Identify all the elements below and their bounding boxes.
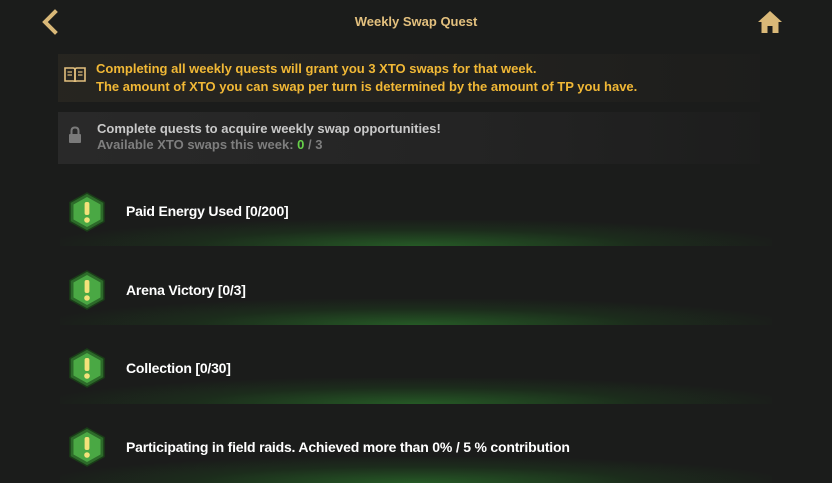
quest-label: Arena Victory [0/3] — [126, 282, 246, 298]
exclamation-hex-icon — [69, 270, 105, 310]
home-button[interactable] — [756, 9, 784, 35]
home-icon — [758, 11, 782, 33]
page-title: Weekly Swap Quest — [354, 14, 478, 29]
swap-status-subtitle: Available XTO swaps this week: 0 / 3 — [97, 137, 441, 153]
quest-label: Paid Energy Used [0/200] — [126, 203, 289, 219]
exclamation-hex-icon — [69, 192, 105, 232]
swap-count-total: 3 — [315, 137, 323, 152]
info-text: Completing all weekly quests will grant … — [96, 60, 637, 96]
swap-count-prefix: Available XTO swaps this week: — [97, 137, 298, 152]
swap-status-title: Complete quests to acquire weekly swap o… — [97, 121, 441, 136]
exclamation-hex-icon — [69, 427, 105, 467]
info-line-2: The amount of XTO you can swap per turn … — [96, 79, 638, 94]
swap-count-separator: / — [304, 137, 316, 152]
swap-status-text: Complete quests to acquire weekly swap o… — [97, 121, 441, 153]
swap-status-panel: Complete quests to acquire weekly swap o… — [58, 112, 760, 164]
quest-row[interactable]: Collection [0/30] — [0, 326, 832, 404]
quest-row[interactable]: Arena Victory [0/3] — [0, 247, 832, 325]
quest-row[interactable]: Paid Energy Used [0/200] — [0, 168, 832, 246]
info-line-1: Completing all weekly quests will grant … — [96, 61, 537, 76]
book-icon — [64, 67, 86, 83]
quest-row[interactable]: Participating in field raids. Achieved m… — [0, 405, 832, 483]
lock-icon — [69, 126, 81, 143]
exclamation-hex-icon — [69, 348, 105, 388]
quest-label: Participating in field raids. Achieved m… — [126, 439, 570, 455]
info-panel: Completing all weekly quests will grant … — [58, 54, 760, 102]
top-bar: Weekly Swap Quest — [0, 0, 832, 44]
quest-label: Collection [0/30] — [126, 360, 231, 376]
